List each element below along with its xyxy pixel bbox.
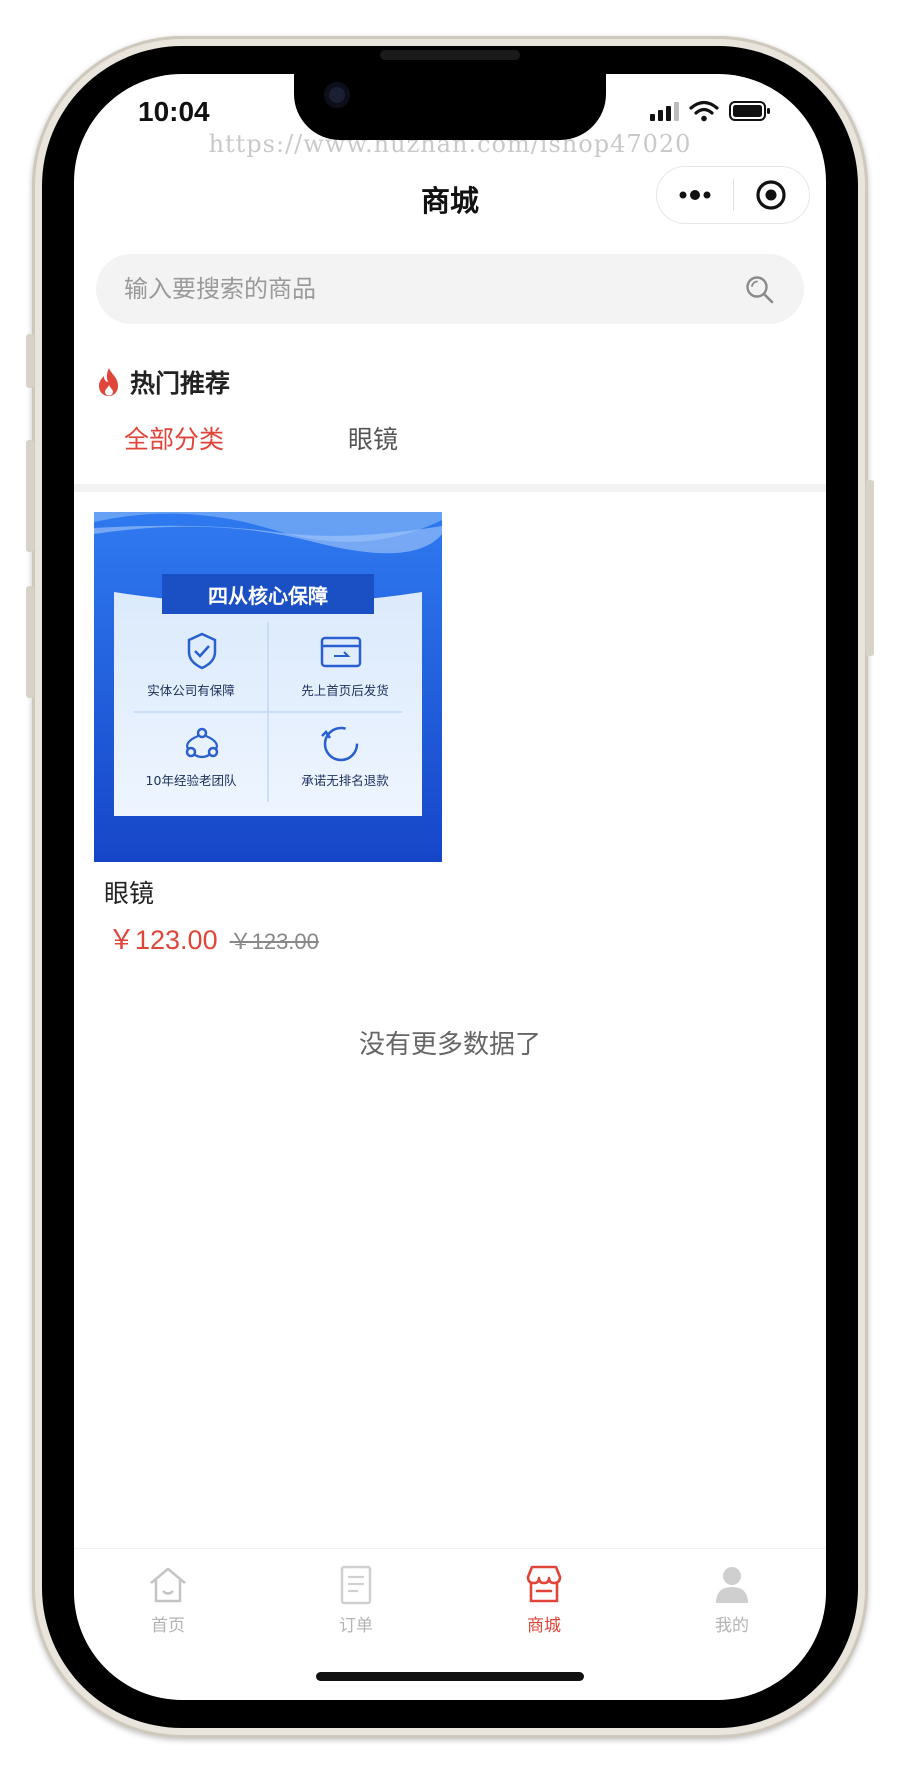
signal-icon (650, 101, 679, 121)
mini-program-capsule (656, 166, 810, 224)
tab-all-categories[interactable]: 全部分类 (124, 420, 224, 456)
search-icon[interactable] (744, 274, 776, 306)
phone-side-button (866, 480, 874, 656)
tab-glasses[interactable]: 眼镜 (348, 420, 398, 456)
phone-side-button (26, 440, 34, 552)
feature-label: 10年经验老团队 (145, 773, 237, 788)
section-divider (74, 484, 826, 492)
tabbar-item-home[interactable]: 首页 (74, 1549, 262, 1668)
tabbar-label: 订单 (339, 1616, 373, 1636)
tabbar-label: 商城 (527, 1616, 561, 1636)
phone-side-button (26, 586, 34, 698)
hot-section-header: 热门推荐 (96, 364, 230, 400)
feature-label: 承诺无排名退款 (301, 773, 389, 788)
camera-icon (324, 82, 350, 108)
price-row: ￥123.00 ￥123.00 (108, 918, 319, 957)
product-name[interactable]: 眼镜 (104, 874, 154, 910)
category-tabs: 全部分类 眼镜 (124, 420, 522, 456)
close-miniprogram-button[interactable] (734, 166, 809, 224)
home-icon (150, 1567, 186, 1603)
phone-side-button (26, 334, 34, 388)
search-input[interactable] (124, 254, 724, 324)
list-end-text: 没有更多数据了 (358, 1030, 541, 1060)
tabbar-label: 首页 (151, 1616, 185, 1636)
store-icon (526, 1565, 562, 1603)
more-dots-icon (679, 190, 711, 200)
target-icon (756, 180, 787, 210)
status-icons (650, 100, 771, 122)
tabbar-item-orders[interactable]: 订单 (262, 1549, 450, 1668)
order-icon (340, 1565, 372, 1605)
more-button[interactable] (657, 166, 733, 224)
product-original-price: ￥123.00 (229, 929, 319, 954)
tabbar-label: 我的 (715, 1616, 749, 1636)
user-icon (716, 1567, 748, 1603)
status-time: 10:04 (138, 96, 210, 127)
product-image[interactable]: 四从核心保障 实体公司有保障 先上首页后发货 10年经验老团队 承诺无排名退款 (94, 512, 442, 862)
battery-icon (729, 101, 770, 121)
tabbar-item-store[interactable]: 商城 (450, 1549, 638, 1668)
search-bar (96, 254, 804, 324)
speaker (380, 50, 520, 60)
home-indicator (316, 1672, 584, 1681)
fire-icon (99, 368, 118, 396)
wifi-icon (689, 100, 719, 122)
tabbar-item-profile[interactable]: 我的 (638, 1549, 826, 1668)
feature-label: 先上首页后发货 (301, 683, 389, 698)
banner-title: 四从核心保障 (208, 584, 328, 608)
feature-label: 实体公司有保障 (147, 683, 235, 698)
bottom-tab-bar: 首页 订单 商城 我的 (74, 1548, 826, 1668)
hot-section-title: 热门推荐 (130, 369, 231, 398)
product-price: ￥123.00 (108, 925, 218, 955)
